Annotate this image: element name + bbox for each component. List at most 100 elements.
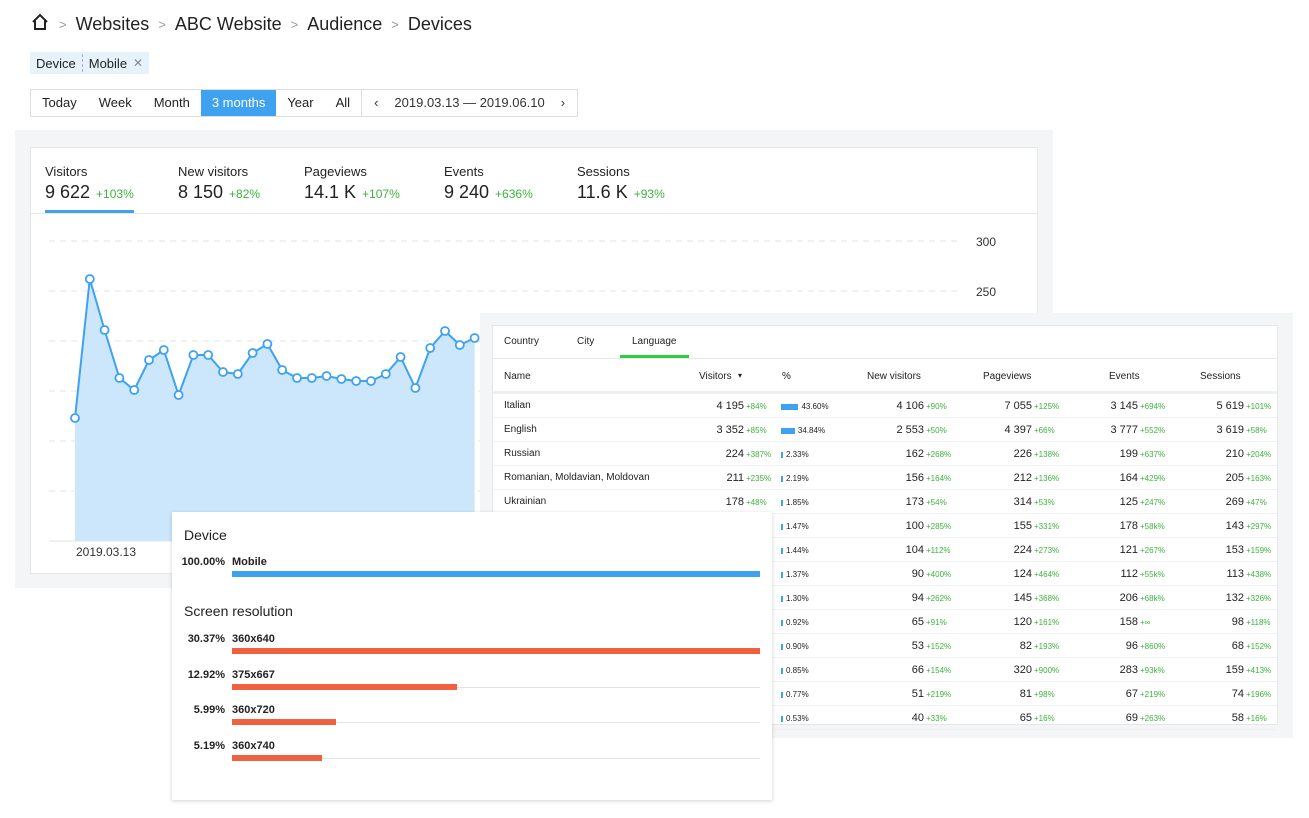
cell-delta: +164% bbox=[926, 474, 952, 483]
percent-text: 0.85% bbox=[786, 666, 809, 675]
cell-value: 100 bbox=[905, 520, 924, 532]
table-row[interactable]: Italian 4 195 +84% 4 106 +90% 7 055 +125% 3 145… bbox=[493, 394, 1277, 418]
chevron-left-icon[interactable]: ‹ bbox=[374, 90, 378, 116]
column-header-sessions[interactable]: Sessions bbox=[1200, 371, 1241, 382]
cell-value: 58 bbox=[1231, 712, 1244, 724]
language-name: Romanian, Moldavian, Moldovan bbox=[504, 472, 650, 483]
cell-value: 224 bbox=[1013, 544, 1032, 556]
data-point bbox=[366, 376, 376, 386]
cell-value: 132 bbox=[1225, 592, 1244, 604]
column-header-events[interactable]: Events bbox=[1109, 371, 1140, 382]
percent-bar bbox=[781, 595, 783, 602]
percent-cell: 34.84% bbox=[781, 426, 825, 435]
column-header-new-visitors[interactable]: New visitors bbox=[867, 371, 921, 382]
table-row[interactable]: Russian 224 +387% 162 +268% 226 +138% 199 +637% 2… bbox=[493, 442, 1277, 466]
bar-row-360x640[interactable]: 30.37% 360x640 bbox=[172, 633, 772, 667]
period-week[interactable]: Week bbox=[88, 90, 143, 116]
cell-value: 51 bbox=[911, 688, 924, 700]
bar-row-mobile[interactable]: 100.00% Mobile bbox=[172, 556, 772, 590]
cell-delta: +552% bbox=[1140, 426, 1166, 435]
metric-cell: 3 619 +58% bbox=[1191, 424, 1279, 436]
cell-delta: +47% bbox=[1246, 498, 1267, 507]
percent-cell: 0.53% bbox=[781, 714, 809, 723]
metric-cell: 104 +112% bbox=[861, 544, 976, 556]
percent-bar bbox=[781, 451, 783, 458]
data-point bbox=[321, 371, 332, 381]
bar-row-375x667[interactable]: 12.92% 375x667 bbox=[172, 669, 772, 703]
cell-delta: +50% bbox=[926, 426, 947, 435]
metric-cell: 199 +637% bbox=[1086, 448, 1191, 460]
metric-cell: 68 +152% bbox=[1191, 640, 1279, 652]
filter-key: Device bbox=[36, 55, 76, 71]
metric-cell: 224 +387% bbox=[691, 448, 776, 460]
metric-cell: 53 +152% bbox=[861, 640, 976, 652]
cell-value: 212 bbox=[1013, 472, 1032, 484]
percent-text: 1.85% bbox=[786, 498, 809, 507]
data-point bbox=[188, 350, 199, 360]
home-icon[interactable] bbox=[30, 12, 50, 37]
breadcrumb-website[interactable]: ABC Website bbox=[175, 14, 282, 35]
column-header--[interactable]: % bbox=[782, 371, 791, 382]
metric-cell: 158 +∞ bbox=[1086, 616, 1191, 628]
bar-fill bbox=[232, 719, 337, 725]
bar-label: 360x740 bbox=[232, 739, 275, 752]
percent-cell: 2.19% bbox=[781, 474, 809, 483]
cell-value: 74 bbox=[1231, 688, 1244, 700]
metric-cell: 82 +193% bbox=[976, 640, 1086, 652]
tab-language[interactable]: Language bbox=[620, 336, 688, 358]
table-row[interactable]: English 3 352 +85% 2 553 +50% 4 397 +66% 3 777 +… bbox=[493, 418, 1277, 442]
cell-delta: +118% bbox=[1246, 618, 1271, 627]
bar-row-360x740[interactable]: 5.19% 360x740 bbox=[172, 740, 772, 774]
data-point bbox=[440, 326, 450, 336]
table-row[interactable]: Ukrainian 178 +48% 173 +54% 314 +53% 125 +247% 26… bbox=[493, 490, 1277, 514]
cell-delta: +163% bbox=[1246, 474, 1272, 483]
cell-delta: +196% bbox=[1246, 690, 1272, 699]
cell-value: 121 bbox=[1119, 544, 1138, 556]
metric-cell: 3 145 +694% bbox=[1086, 400, 1191, 412]
percent-cell: 1.44% bbox=[781, 546, 809, 555]
date-range-label[interactable]: 2019.03.13 — 2019.06.10 bbox=[394, 90, 544, 116]
cell-value: 3 352 bbox=[716, 424, 744, 436]
tab-city[interactable]: City bbox=[577, 336, 594, 347]
cell-value: 94 bbox=[911, 592, 924, 604]
cell-value: 153 bbox=[1225, 544, 1244, 556]
bar-fill bbox=[232, 754, 323, 761]
bar-label: Mobile bbox=[232, 556, 267, 568]
bar-row-360x720[interactable]: 5.99% 360x720 bbox=[172, 704, 772, 738]
cell-value: 3 145 bbox=[1110, 400, 1138, 412]
cell-delta: +273% bbox=[1034, 546, 1060, 555]
percent-cell: 1.47% bbox=[781, 522, 809, 531]
tab-country[interactable]: Country bbox=[504, 336, 539, 347]
date-range: ‹ 2019.03.13 — 2019.06.10 › bbox=[361, 90, 577, 116]
percent-text: 0.90% bbox=[786, 642, 809, 651]
period-selector: Today Week Month 3 months Year All ‹ 2019.03.… bbox=[30, 89, 579, 117]
cell-delta: +159% bbox=[1246, 546, 1272, 555]
metric-cell: 178 +48% bbox=[691, 496, 776, 508]
breadcrumb-audience[interactable]: Audience bbox=[307, 14, 382, 35]
period-year[interactable]: Year bbox=[276, 90, 324, 116]
chevron-right-icon[interactable]: › bbox=[561, 90, 565, 116]
cell-value: 211 bbox=[726, 472, 744, 484]
bar-label: 360x720 bbox=[232, 704, 275, 716]
column-header-visitors[interactable]: Visitors bbox=[699, 371, 732, 382]
bar-fill bbox=[232, 648, 760, 654]
cell-value: 178 bbox=[1119, 520, 1138, 532]
column-header-name[interactable]: Name bbox=[504, 371, 531, 382]
language-name: Ukrainian bbox=[504, 496, 546, 507]
period-month[interactable]: Month bbox=[143, 90, 201, 116]
cell-delta: +326% bbox=[1246, 594, 1272, 603]
cell-value: 205 bbox=[1225, 472, 1244, 484]
table-row[interactable]: Romanian, Moldavian, Moldovan 211 +235% 156… bbox=[493, 466, 1277, 490]
period-today[interactable]: Today bbox=[31, 90, 88, 116]
close-icon[interactable]: ✕ bbox=[133, 56, 143, 70]
metric-cell: 178 +58k% bbox=[1086, 520, 1191, 532]
name-text: Romanian, Moldavian, Moldovan bbox=[504, 472, 650, 483]
cell-value: 173 bbox=[905, 496, 924, 508]
period-3-months[interactable]: 3 months bbox=[200, 90, 277, 116]
cell-value: 164 bbox=[1119, 472, 1138, 484]
column-header-pageviews[interactable]: Pageviews bbox=[983, 371, 1031, 382]
breadcrumb-websites[interactable]: Websites bbox=[76, 14, 150, 35]
chevron-right-icon: > bbox=[290, 17, 299, 32]
metric-cell: 69 +263% bbox=[1086, 712, 1191, 724]
period-all[interactable]: All bbox=[325, 90, 361, 116]
